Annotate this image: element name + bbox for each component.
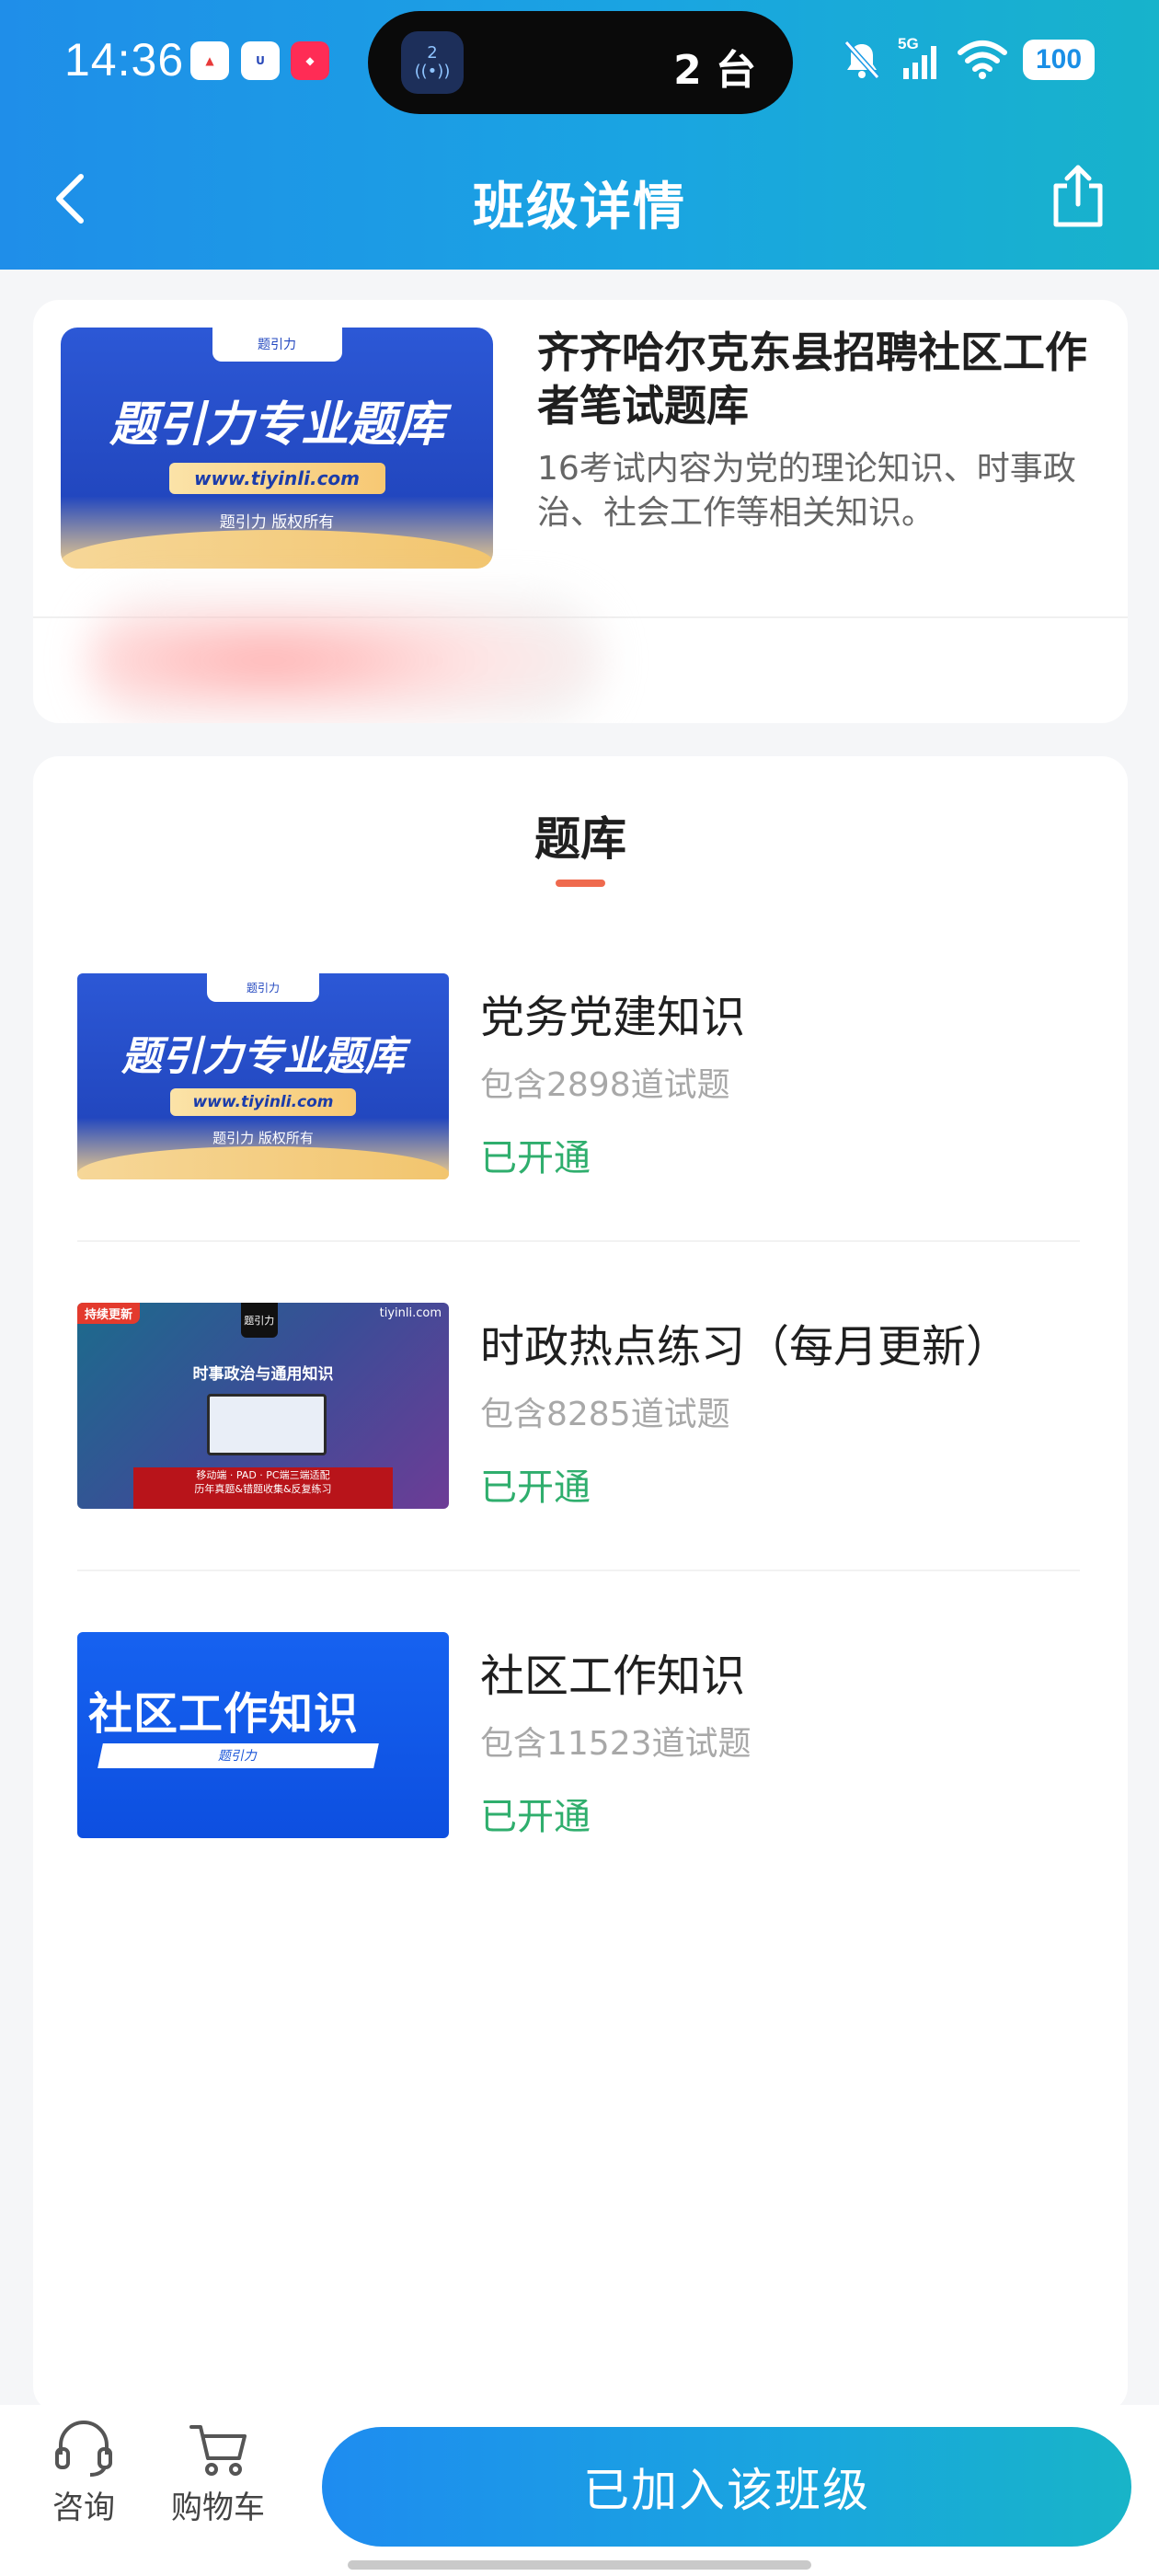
dynamic-island[interactable]: 2 ((•)) 2 台 xyxy=(368,11,793,114)
headset-icon xyxy=(55,2421,112,2477)
thumb-url: www.tiyinli.com xyxy=(170,1088,356,1116)
bank-item-status: 已开通 xyxy=(480,1796,591,1838)
share-icon[interactable] xyxy=(1043,158,1113,232)
bank-item-title: 党务党建知识 xyxy=(480,992,746,1043)
consult-button[interactable]: 咨询 xyxy=(24,2418,143,2537)
bank-item-thumbnail: 题引力 题引力专业题库 www.tiyinli.com 题引力 版权所有 xyxy=(77,973,449,1179)
thumb-band-line: 历年真题&错题收集&反复练习 xyxy=(194,1483,332,1496)
question-bank-section: 题库 题引力 题引力专业题库 www.tiyinli.com 题引力 版权所有 … xyxy=(33,756,1128,2412)
thumb-wave xyxy=(61,530,493,569)
bank-item-thumbnail: 持续更新 题引力 tiyinli.com 时事政治与通用知识 移动端 · PAD… xyxy=(77,1303,449,1509)
thumb-tab: 题引力 xyxy=(212,328,342,362)
thumb-headline: 题引力专业题库 xyxy=(109,397,444,453)
bank-item-thumbnail: 社区工作知识 题引力 xyxy=(77,1632,449,1838)
thumb-headline: 题引力专业题库 xyxy=(121,1032,405,1080)
app-notification-icon: U xyxy=(241,41,280,80)
island-badge-number: 2 xyxy=(427,43,438,63)
thumb-feature-band: 移动端 · PAD · PC端三端适配 历年真题&错题收集&反复练习 xyxy=(132,1467,394,1509)
heading-underline xyxy=(556,880,605,887)
bank-item-title: 时政热点练习（每月更新） xyxy=(480,1321,1011,1373)
bank-item[interactable]: 题引力 题引力专业题库 www.tiyinli.com 题引力 版权所有 党务党… xyxy=(77,973,1080,1194)
laptop-icon xyxy=(207,1393,327,1455)
bank-item[interactable]: 持续更新 题引力 tiyinli.com 时事政治与通用知识 移动端 · PAD… xyxy=(77,1303,1080,1524)
nav-bar: 班级详情 xyxy=(0,138,1159,258)
thumb-headline: 社区工作知识 xyxy=(88,1688,360,1741)
bank-item-count: 包含11523道试题 xyxy=(480,1725,752,1763)
section-heading: 题库 xyxy=(534,812,626,866)
consult-label: 咨询 xyxy=(52,2490,115,2526)
header: 14:36 ▲ U ◆ 2 ((•)) 2 台 5G 100 班级详情 xyxy=(0,0,1159,270)
cart-label: 购物车 xyxy=(171,2490,265,2526)
course-thumbnail: 题引力 题引力专业题库 www.tiyinli.com 题引力 版权所有 xyxy=(61,328,493,569)
course-card[interactable]: 题引力 题引力专业题库 www.tiyinli.com 题引力 版权所有 齐齐哈… xyxy=(33,300,1128,723)
cart-button[interactable]: 购物车 xyxy=(158,2418,278,2537)
thumb-band-line: 移动端 · PAD · PC端三端适配 xyxy=(196,1469,330,1482)
bank-item[interactable]: 社区工作知识 题引力 社区工作知识 包含11523道试题 已开通 xyxy=(77,1632,1080,1853)
battery-indicator: 100 xyxy=(1023,40,1095,80)
bank-item-count: 包含8285道试题 xyxy=(480,1396,730,1433)
status-bar: 14:36 ▲ U ◆ 2 ((•)) 2 台 5G 100 xyxy=(0,0,1159,129)
nfc-icon: 2 ((•)) xyxy=(401,31,464,94)
thumb-tab: 题引力 xyxy=(207,973,319,1003)
course-title: 齐齐哈尔克东县招聘社区工作者笔试题库 xyxy=(537,328,1087,431)
thumb-site: tiyinli.com xyxy=(379,1306,442,1320)
thumb-copyright: 题引力 版权所有 xyxy=(219,512,335,532)
island-text: 2 台 xyxy=(673,47,756,94)
thumb-wave xyxy=(77,1146,449,1179)
cellular-signal-icon: 5G xyxy=(898,35,942,81)
app-notification-icon: ▲ xyxy=(190,41,229,80)
joined-class-button[interactable]: 已加入该班级 xyxy=(322,2427,1131,2547)
page-title: 班级详情 xyxy=(473,178,686,237)
thumb-pill: 题引力 xyxy=(98,1742,379,1768)
divider xyxy=(77,1240,1080,1242)
thumb-copyright: 题引力 版权所有 xyxy=(212,1130,314,1146)
mute-bell-icon xyxy=(843,40,880,80)
divider xyxy=(77,1570,1080,1571)
redacted-price-area xyxy=(88,596,603,723)
status-icons: 5G 100 xyxy=(841,35,1095,85)
thumb-subject: 时事政治与通用知识 xyxy=(192,1364,334,1384)
app-notification-icon: ◆ xyxy=(291,41,329,80)
cart-icon xyxy=(189,2425,247,2476)
status-time: 14:36 xyxy=(64,34,185,86)
thumb-corner-tag: 持续更新 xyxy=(77,1303,141,1324)
bottom-action-bar: 咨询 购物车 已加入该班级 xyxy=(0,2405,1159,2576)
home-indicator[interactable] xyxy=(348,2560,811,2570)
course-description: 16考试内容为党的理论知识、时事政治、社会工作等相关知识。 xyxy=(537,450,1076,532)
bank-item-status: 已开通 xyxy=(480,1137,591,1179)
wifi-icon xyxy=(958,40,1007,79)
bank-item-count: 包含2898道试题 xyxy=(480,1066,730,1104)
bank-item-status: 已开通 xyxy=(480,1466,591,1509)
thumb-url: www.tiyinli.com xyxy=(168,462,385,494)
thumb-logo: 题引力 xyxy=(240,1303,278,1338)
bank-item-title: 社区工作知识 xyxy=(480,1650,746,1702)
